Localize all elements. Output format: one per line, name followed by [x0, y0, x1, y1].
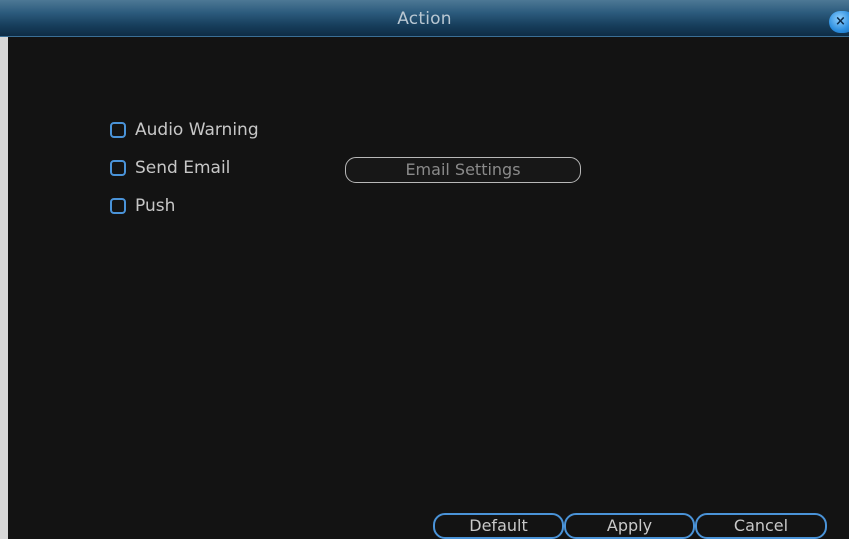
- email-settings-button[interactable]: Email Settings: [345, 157, 581, 183]
- window-left-edge: [0, 37, 8, 539]
- apply-button[interactable]: Apply: [564, 513, 695, 539]
- cancel-button[interactable]: Cancel: [695, 513, 827, 539]
- push-label: Push: [135, 196, 176, 216]
- audio-warning-label: Audio Warning: [135, 120, 259, 140]
- close-icon[interactable]: ×: [829, 11, 849, 33]
- push-checkbox[interactable]: [110, 198, 126, 214]
- title-bar: Action ×: [0, 0, 849, 37]
- audio-warning-checkbox[interactable]: [110, 122, 126, 138]
- send-email-label: Send Email: [135, 158, 231, 178]
- default-button[interactable]: Default: [433, 513, 564, 539]
- audio-warning-option[interactable]: Audio Warning: [110, 118, 259, 142]
- action-dialog: Action × Audio Warning Send Email Email …: [0, 0, 849, 539]
- dialog-title: Action: [397, 9, 452, 29]
- send-email-option[interactable]: Send Email: [110, 156, 230, 180]
- push-option[interactable]: Push: [110, 194, 175, 218]
- send-email-checkbox[interactable]: [110, 160, 126, 176]
